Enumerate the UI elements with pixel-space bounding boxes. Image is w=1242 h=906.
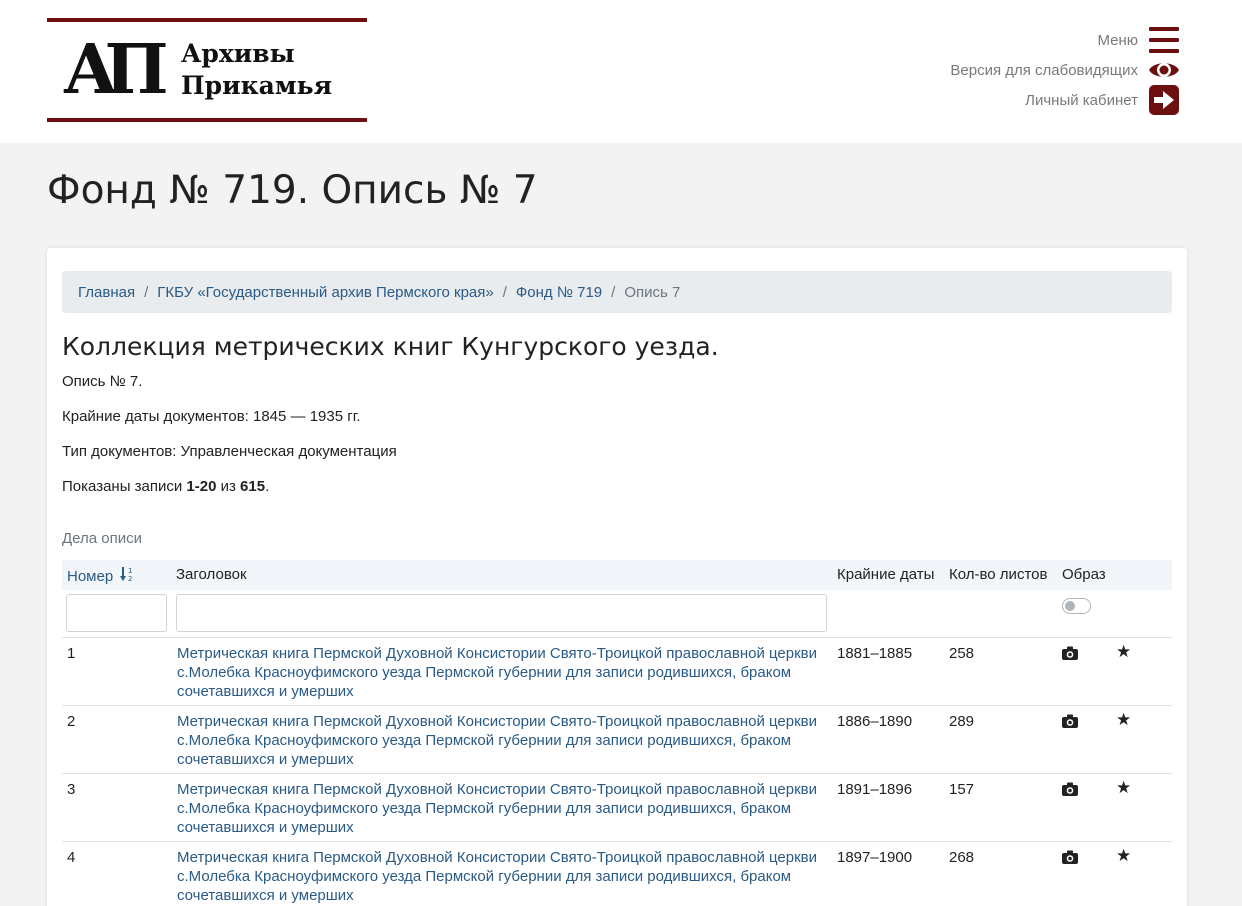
table-row: 1 Метрическая книга Пермской Духовной Ко… xyxy=(62,638,1172,706)
breadcrumb-home[interactable]: Главная xyxy=(78,284,135,301)
sort-numeric-icon: 1 2 xyxy=(120,567,133,583)
row-dates: 1891–1896 xyxy=(837,781,913,798)
breadcrumb-current: Опись 7 xyxy=(624,283,681,301)
summary-total: 615 xyxy=(240,478,266,495)
row-dates: 1881–1885 xyxy=(837,645,913,662)
user-nav: Меню Версия для слабовидящих Личный каби… xyxy=(950,25,1180,115)
camera-icon[interactable] xyxy=(1062,782,1078,801)
title-filter-input[interactable] xyxy=(176,594,827,632)
row-dates: 1897–1900 xyxy=(837,849,913,866)
header-number-label: Номер xyxy=(67,568,114,585)
row-number: 4 xyxy=(67,849,76,866)
camera-icon[interactable] xyxy=(1062,646,1078,665)
svg-text:2: 2 xyxy=(128,575,132,583)
table-caption: Дела описи xyxy=(62,530,142,547)
row-number: 1 xyxy=(67,645,76,662)
summary-mid: из xyxy=(216,478,241,495)
account-link[interactable]: Личный кабинет xyxy=(950,85,1180,115)
header-title: Заголовок xyxy=(176,566,247,583)
row-title-link[interactable]: Метрическая книга Пермской Духовной Конс… xyxy=(177,644,832,701)
row-sheets: 258 xyxy=(949,645,975,662)
inventory-dates: Крайние даты документов: 1845 — 1935 гг. xyxy=(62,408,361,425)
inventory-number: Опись № 7. xyxy=(62,373,143,390)
logo-line-2: Прикамья xyxy=(181,71,333,100)
row-dates: 1886–1890 xyxy=(837,713,913,730)
breadcrumb-archive[interactable]: ГКБУ «Государственный архив Пермского кр… xyxy=(157,284,493,301)
star-icon[interactable]: ★ xyxy=(1116,778,1131,797)
records-summary: Показаны записи 1-20 из 615. xyxy=(62,477,269,497)
sign-in-icon[interactable] xyxy=(1148,85,1180,115)
summary-range: 1-20 xyxy=(186,478,217,495)
hamburger-icon[interactable] xyxy=(1148,25,1180,55)
logo-text: Архивы Прикамья xyxy=(181,38,332,102)
table-row: 3 Метрическая книга Пермской Духовной Ко… xyxy=(62,774,1172,842)
svg-text:1: 1 xyxy=(128,567,132,575)
breadcrumb-separator: / xyxy=(502,283,507,301)
account-label: Личный кабинет xyxy=(1025,91,1138,109)
site-logo[interactable]: АП Архивы Прикамья xyxy=(47,18,367,122)
star-icon[interactable]: ★ xyxy=(1116,846,1131,865)
row-title-link[interactable]: Метрическая книга Пермской Духовной Конс… xyxy=(177,780,832,837)
header-image: Образ xyxy=(1062,566,1106,583)
star-icon[interactable]: ★ xyxy=(1116,710,1131,729)
toggle-knob xyxy=(1065,601,1075,611)
breadcrumb: Главная / ГКБУ «Государственный архив Пе… xyxy=(62,271,1172,313)
summary-prefix: Показаны записи xyxy=(62,478,187,495)
header-sheets: Кол-во листов xyxy=(949,566,1048,583)
site-header: АП Архивы Прикамья Меню Версия для слабо… xyxy=(0,0,1242,143)
inventory-heading: Коллекция метрических книг Кунгурского у… xyxy=(62,332,719,361)
row-sheets: 268 xyxy=(949,849,975,866)
breadcrumb-fond[interactable]: Фонд № 719 xyxy=(516,284,602,301)
cases-table: Номер 1 2 Заголовок Крайние даты Кол-во … xyxy=(62,560,1172,906)
breadcrumb-separator: / xyxy=(611,283,616,301)
row-sheets: 157 xyxy=(949,781,975,798)
menu-link[interactable]: Меню xyxy=(950,25,1180,55)
logo-line-1: Архивы xyxy=(181,39,295,68)
breadcrumb-separator: / xyxy=(144,283,149,301)
row-number: 2 xyxy=(67,713,76,730)
accessibility-label: Версия для слабовидящих xyxy=(950,61,1138,79)
camera-icon[interactable] xyxy=(1062,714,1078,733)
menu-label: Меню xyxy=(1097,31,1138,49)
row-number: 3 xyxy=(67,781,76,798)
logo-mark: АП xyxy=(63,30,169,110)
header-dates: Крайние даты xyxy=(837,566,935,583)
star-icon[interactable]: ★ xyxy=(1116,642,1131,661)
accessibility-link[interactable]: Версия для слабовидящих xyxy=(950,55,1180,85)
eye-icon[interactable] xyxy=(1148,55,1180,85)
number-filter-input[interactable] xyxy=(66,594,167,632)
image-filter-toggle[interactable] xyxy=(1062,598,1091,614)
inventory-doc-type: Тип документов: Управленческая документа… xyxy=(62,443,397,460)
table-row: 2 Метрическая книга Пермской Духовной Ко… xyxy=(62,706,1172,774)
row-title-link[interactable]: Метрическая книга Пермской Духовной Конс… xyxy=(177,712,832,769)
inventory-card: Главная / ГКБУ «Государственный архив Пе… xyxy=(47,248,1187,906)
summary-suffix: . xyxy=(265,478,270,495)
row-sheets: 289 xyxy=(949,713,975,730)
filter-row xyxy=(62,590,1172,638)
header-number-sort[interactable]: Номер 1 2 xyxy=(67,566,134,585)
table-header: Номер 1 2 Заголовок Крайние даты Кол-во … xyxy=(62,560,1172,590)
row-title-link[interactable]: Метрическая книга Пермской Духовной Конс… xyxy=(177,848,832,905)
page-title: Фонд № 719. Опись № 7 xyxy=(47,168,538,213)
table-row: 4 Метрическая книга Пермской Духовной Ко… xyxy=(62,842,1172,906)
camera-icon[interactable] xyxy=(1062,850,1078,869)
